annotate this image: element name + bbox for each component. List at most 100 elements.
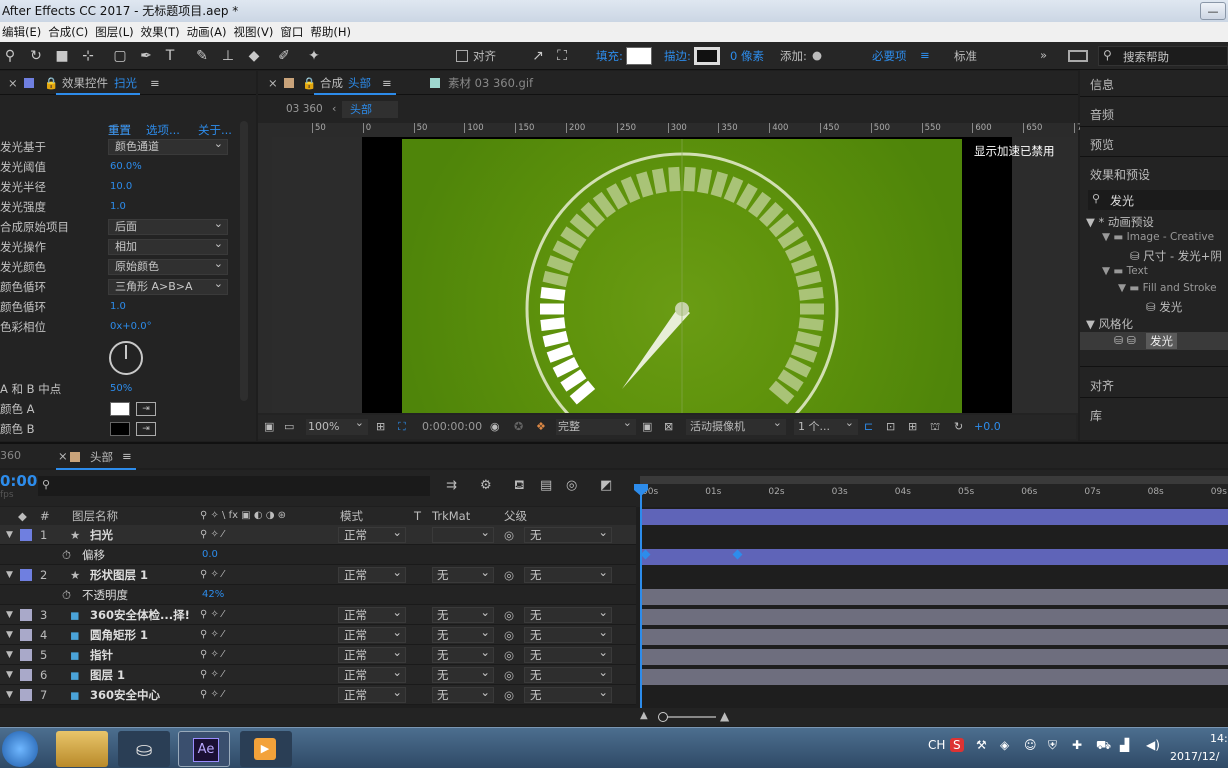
menu-layer[interactable]: 图层(L) [93, 22, 138, 42]
mode-column[interactable]: 模式 [340, 507, 363, 525]
layer-name-column[interactable]: 图层名称 [72, 507, 118, 525]
trkmat-dropdown[interactable]: 无 [432, 665, 494, 683]
pan-behind-tool-icon[interactable]: ⊹ [78, 46, 98, 66]
fast-preview-icon[interactable]: ⊡ [886, 415, 895, 439]
color-a-swatch[interactable] [110, 402, 130, 416]
tree-preset-glow-size[interactable]: ⛁ 尺寸 - 发光+阴 [1130, 248, 1222, 264]
parent-pickwhip-icon[interactable]: ◎ [504, 525, 514, 545]
start-button-icon[interactable] [2, 731, 38, 767]
layer-duration-bar[interactable] [640, 629, 1228, 645]
tree-preset-glow[interactable]: ⛁ 发光 [1146, 299, 1182, 315]
puppet-pin-tool-icon[interactable]: ✦ [304, 46, 324, 66]
current-time[interactable]: 0:00 [0, 472, 37, 490]
tree-animation-presets[interactable]: ▼ * 动画预设 [1086, 214, 1154, 230]
tree-text[interactable]: ▼ ▬ Text [1102, 265, 1148, 277]
about-link[interactable]: 关于... [198, 122, 232, 138]
info-panel-tab[interactable]: 信息 [1090, 76, 1114, 93]
clock-date[interactable]: 2017/12/ [1170, 750, 1219, 763]
mode-dropdown[interactable]: 正常 [338, 525, 406, 543]
lock-icon[interactable]: 🔒 [302, 71, 316, 95]
prop-value[interactable]: 10.0 [110, 177, 132, 197]
layer-switches-icons[interactable]: ⚲ ✧ ⁄ [200, 605, 224, 625]
trkmat-dropdown[interactable]: 无 [432, 685, 494, 703]
menu-edit[interactable]: 编辑(E) [0, 22, 46, 42]
effect-layer-name[interactable]: 扫光 [114, 71, 137, 95]
region-icon[interactable]: ⛶ [398, 415, 406, 439]
property-value[interactable]: 42% [202, 585, 224, 605]
property-row[interactable]: ⏱ 偏移 0.0 [0, 545, 636, 565]
zoom-in-icon[interactable]: ▲ [720, 709, 729, 723]
layer-label-swatch[interactable] [20, 649, 32, 661]
brush-tool-icon[interactable]: ✎ [192, 46, 212, 66]
expand-arrow-icon[interactable]: ▼ [6, 565, 13, 585]
layer-name[interactable]: 360安全体检...择! [90, 605, 190, 625]
comp-mini-flowchart-icon[interactable]: ⇉ [446, 478, 457, 493]
ab-midpoint-value[interactable]: 50% [110, 379, 132, 399]
menu-view[interactable]: 视图(V) [232, 22, 279, 42]
timeline-icon[interactable]: ⊞ [908, 415, 917, 439]
expand-arrow-icon[interactable]: ▼ [6, 645, 13, 665]
snapshot-icon[interactable]: ▣ [264, 415, 274, 439]
menu-animation[interactable]: 动画(A) [185, 22, 232, 42]
prop-value[interactable]: 0x+0.0° [110, 317, 152, 337]
stroke-swatch[interactable] [694, 47, 720, 65]
rectangle-tool-icon[interactable]: ▢ [110, 46, 130, 66]
workspace-essentials[interactable]: 必要项 [872, 48, 907, 64]
align-panel-tab[interactable]: 对齐 [1090, 377, 1114, 394]
layer-row[interactable]: ▼ 1 ★ 扫光 ⚲ ✧ ⁄ 正常 ◎ 无 [0, 525, 636, 545]
trkmat-dropdown[interactable] [432, 525, 494, 543]
parent-pickwhip-icon[interactable]: ◎ [504, 625, 514, 645]
current-time-indicator[interactable] [640, 490, 642, 708]
sync-settings-icon[interactable] [1068, 50, 1088, 62]
clock-time[interactable]: 14: [1210, 732, 1228, 745]
eraser-tool-icon[interactable]: ◆ [244, 46, 264, 66]
tree-fill-stroke[interactable]: ▼ ▬ Fill and Stroke [1118, 282, 1217, 294]
graph-editor-icon[interactable]: ◩ [600, 478, 612, 493]
mode-dropdown[interactable]: 正常 [338, 565, 406, 583]
reset-exposure-icon[interactable]: ↻ [954, 415, 963, 439]
tree-stylize[interactable]: ▼ 风格化 [1086, 316, 1133, 332]
toggle-pixel-aspect-icon[interactable]: ⊏ [864, 415, 873, 439]
prop-dropdown[interactable]: 相加 [108, 237, 228, 255]
menu-effect[interactable]: 效果(T) [139, 22, 185, 42]
camera-dropdown[interactable]: 活动摄像机 ⌄ [686, 416, 786, 435]
prop-dropdown[interactable]: 原始颜色 [108, 257, 228, 275]
network-icon[interactable]: ▟ [1120, 738, 1129, 752]
trkmat-dropdown[interactable]: 无 [432, 605, 494, 623]
flowchart-icon[interactable]: ⛫ [930, 415, 940, 439]
layer-row[interactable]: ▼ 6 ◼ 图层 1 ⚲ ✧ ⁄ 正常 无 ◎ 无 [0, 665, 636, 685]
media-app-icon[interactable]: ⛀ [118, 731, 170, 767]
transparency-grid-icon[interactable]: ⊠ [664, 415, 673, 439]
layer-row[interactable]: ▼ 4 ◼ 圆角矩形 1 ⚲ ✧ ⁄ 正常 无 ◎ 无 [0, 625, 636, 645]
layer-switches-icons[interactable]: ⚲ ✧ ⁄ [200, 565, 224, 585]
audio-panel-tab[interactable]: 音频 [1090, 106, 1114, 123]
frame-blending-icon[interactable]: ▤ [540, 478, 552, 493]
preview-panel-tab[interactable]: 预览 [1090, 136, 1114, 153]
time-ruler[interactable]: 00s 01s 02s 03s 04s 05s 06s 07s 08s 09s [636, 470, 1228, 507]
snap-grid-icon[interactable]: ⛶ [552, 46, 572, 66]
expand-arrow-icon[interactable]: ▼ [6, 525, 13, 545]
library-panel-tab[interactable]: 库 [1090, 407, 1102, 424]
layer-row[interactable]: ▼ 5 ◼ 指针 ⚲ ✧ ⁄ 正常 无 ◎ 无 [0, 645, 636, 665]
eyedropper-icon[interactable]: ⇥ [136, 402, 156, 416]
draft-3d-icon[interactable]: ⚙ [480, 478, 492, 493]
resolution-dropdown[interactable]: 完整 ⌄ [556, 416, 636, 435]
help-search-box[interactable]: ⚲ 搜索帮助 [1098, 46, 1228, 66]
zoom-out-icon[interactable]: ▲ [640, 710, 648, 721]
zoom-slider[interactable] [660, 716, 716, 718]
ime-indicator[interactable]: CH [928, 738, 945, 752]
add-dropdown-icon[interactable]: ● [812, 48, 822, 62]
layer-duration-bar[interactable] [640, 669, 1228, 685]
parent-dropdown[interactable]: 无 [524, 525, 612, 543]
eyedropper-icon[interactable]: ⇥ [136, 422, 156, 436]
zoom-slider-thumb[interactable] [658, 712, 668, 722]
expand-arrow-icon[interactable]: ▼ [6, 665, 13, 685]
stopwatch-icon[interactable]: ⏱ [62, 545, 71, 565]
mode-dropdown[interactable]: 正常 [338, 625, 406, 643]
layer-row[interactable]: ▼ 7 ◼ 360安全中心 ⚲ ✧ ⁄ 正常 无 ◎ 无 [0, 685, 636, 705]
effects-search-box[interactable]: ⚲ 发光 [1088, 190, 1228, 210]
layer-duration-bar[interactable] [640, 549, 1228, 565]
timeline-tracks[interactable] [636, 507, 1228, 707]
layer-label-swatch[interactable] [20, 669, 32, 681]
parent-pickwhip-icon[interactable]: ◎ [504, 645, 514, 665]
